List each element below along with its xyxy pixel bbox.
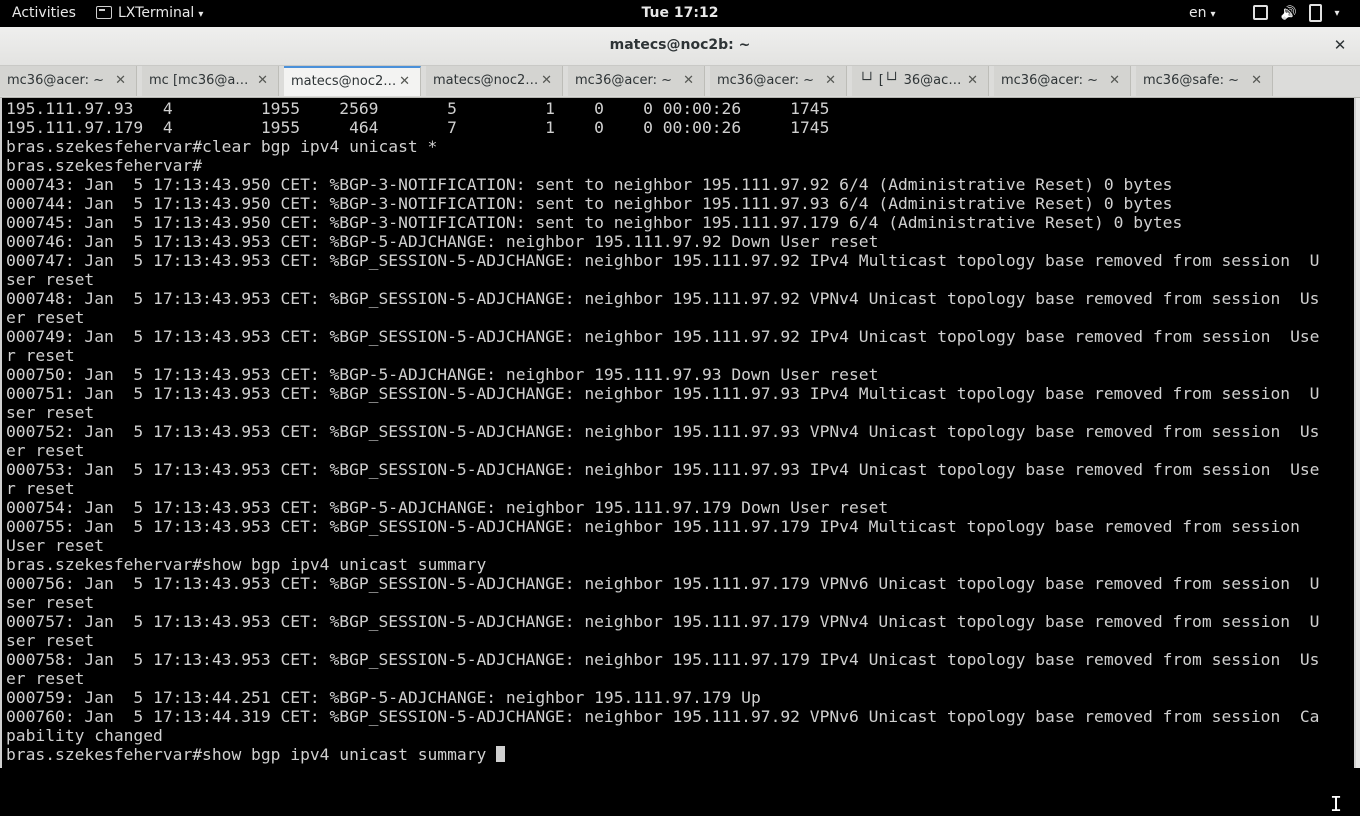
tab-8[interactable]: mc36@acer: ~ ✕ (994, 66, 1131, 96)
tab-4[interactable]: matecs@noc2b: ~✕ (426, 66, 563, 96)
tab-close-icon[interactable]: ✕ (115, 66, 126, 96)
tab-close-icon[interactable]: ✕ (825, 66, 836, 96)
terminal-line: 000758: Jan 5 17:13:43.953 CET: %BGP_SES… (6, 650, 1320, 669)
tab-label: matecs@noc2b: ~ (291, 74, 397, 89)
terminal-line: 000759: Jan 5 17:13:44.251 CET: %BGP-5-A… (6, 688, 761, 707)
terminal-line: er reset (6, 441, 85, 460)
tab-6[interactable]: mc36@acer: ~ ✕ (710, 66, 847, 96)
terminal-prompt-line[interactable]: bras.szekesfehervar#show bgp ipv4 unicas… (6, 745, 1352, 764)
terminal-line: r reset (6, 346, 75, 365)
terminal-line: 000750: Jan 5 17:13:43.953 CET: %BGP-5-A… (6, 365, 879, 384)
ibeam-cursor-icon: I (1330, 792, 1343, 816)
terminal-line: 000745: Jan 5 17:13:43.950 CET: %BGP-3-N… (6, 213, 1183, 232)
window-close-button[interactable]: ✕ (1330, 35, 1350, 55)
tab-7[interactable]: └┘ [└┘ 36@acer] ✕ (852, 66, 989, 96)
battery-icon (1309, 3, 1323, 22)
keyboard-layout-label: en (1189, 5, 1207, 21)
terminal-line: 000753: Jan 5 17:13:43.953 CET: %BGP_SES… (6, 460, 1320, 479)
terminal-line: 000746: Jan 5 17:13:43.953 CET: %BGP-5-A… (6, 232, 879, 251)
tab-label: mc36@safe: ~ (1143, 73, 1240, 88)
tab-label: mc [mc36@acer]:~ (149, 73, 255, 88)
terminal-line: 000748: Jan 5 17:13:43.953 CET: %BGP_SES… (6, 289, 1320, 308)
terminal-line: 000749: Jan 5 17:13:43.953 CET: %BGP_SES… (6, 327, 1320, 346)
tab-label: └┘ [└┘ 36@acer] (859, 73, 965, 88)
tab-label: mc36@acer: ~ (717, 73, 814, 88)
tab-label: matecs@noc2b: ~ (433, 73, 539, 88)
terminal-line: 000754: Jan 5 17:13:43.953 CET: %BGP-5-A… (6, 498, 889, 517)
tab-close-icon[interactable]: ✕ (399, 68, 410, 96)
terminal-line: 000755: Jan 5 17:13:43.953 CET: %BGP_SES… (6, 517, 1300, 536)
terminal-line: 000751: Jan 5 17:13:43.953 CET: %BGP_SES… (6, 384, 1320, 403)
tab-close-icon[interactable]: ✕ (257, 66, 268, 96)
top-panel: Activities LXTerminal ▾ Tue 17:12 en ▾ 🔊 ▾ (0, 0, 1360, 27)
tab-close-icon[interactable]: ✕ (541, 66, 552, 96)
window-icon (1253, 5, 1268, 20)
tab-label: mc36@acer: ~ (575, 73, 672, 88)
tab-close-icon[interactable]: ✕ (1109, 66, 1120, 96)
terminal-line: 195.111.97.179 4 1955 464 7 1 0 0 00:00:… (6, 118, 830, 137)
terminal-line: ser reset (6, 593, 95, 612)
power-menu-caret-icon: ▾ (1334, 8, 1340, 19)
terminal-prompt-text: bras.szekesfehervar#show bgp ipv4 unicas… (6, 745, 487, 764)
terminal-line: er reset (6, 308, 85, 327)
tab-strip: mc36@acer: ~✕mc [mc36@acer]:~✕matecs@noc… (0, 66, 1360, 98)
tab-close-icon[interactable]: ✕ (967, 66, 978, 96)
terminal-line: 000756: Jan 5 17:13:43.953 CET: %BGP_SES… (6, 574, 1320, 593)
terminal-line: 195.111.97.93 4 1955 2569 5 1 0 0 00:00:… (6, 99, 830, 118)
terminal-line: 000747: Jan 5 17:13:43.953 CET: %BGP_SES… (6, 251, 1320, 270)
terminal-line: bras.szekesfehervar#clear bgp ipv4 unica… (6, 137, 438, 156)
tab-label: mc36@acer: ~ (1001, 73, 1098, 88)
tab-3[interactable]: matecs@noc2b: ~✕ (284, 66, 421, 96)
terminal-view[interactable]: 195.111.97.93 4 1955 2569 5 1 0 0 00:00:… (0, 98, 1356, 814)
terminal-line: ser reset (6, 631, 95, 650)
terminal-line: 000757: Jan 5 17:13:43.953 CET: %BGP_SES… (6, 612, 1320, 631)
tab-label: mc36@acer: ~ (7, 73, 104, 88)
terminal-line: 000743: Jan 5 17:13:43.950 CET: %BGP-3-N… (6, 175, 1173, 194)
window-titlebar[interactable]: matecs@noc2b: ~ ✕ (0, 27, 1360, 66)
terminal-line: ser reset (6, 403, 95, 422)
terminal-line: er reset (6, 669, 85, 688)
terminal-line: bras.szekesfehervar#show bgp ipv4 unicas… (6, 555, 487, 574)
terminal-line: 000744: Jan 5 17:13:43.950 CET: %BGP-3-N… (6, 194, 1173, 213)
terminal-line: pability changed (6, 726, 163, 745)
tab-1[interactable]: mc36@acer: ~ ✕ (0, 66, 137, 96)
tab-close-icon[interactable]: ✕ (683, 66, 694, 96)
system-status-area[interactable]: 🔊 ▾ (1253, 0, 1348, 27)
terminal-window: matecs@noc2b: ~ ✕ mc36@acer: ~ ✕ mc [mc36@… (0, 27, 1360, 814)
clock[interactable]: Tue 17:12 (0, 0, 1360, 27)
terminal-line: 000752: Jan 5 17:13:43.953 CET: %BGP_SES… (6, 422, 1320, 441)
keyboard-layout-caret-icon: ▾ (1210, 9, 1216, 20)
tab-close-icon[interactable]: ✕ (1251, 66, 1262, 96)
terminal-line: bras.szekesfehervar# (6, 156, 203, 175)
text-cursor (496, 746, 506, 762)
tab-9[interactable]: mc36@safe: ~ ✕ (1136, 66, 1273, 96)
tab-2[interactable]: mc [mc36@acer]:~✕ (142, 66, 279, 96)
terminal-line: ser reset (6, 270, 95, 289)
terminal-line: r reset (6, 479, 75, 498)
keyboard-layout-indicator[interactable]: en ▾ (1189, 0, 1216, 27)
volume-icon: 🔊 (1280, 6, 1297, 21)
terminal-line: User reset (6, 536, 105, 555)
window-title: matecs@noc2b: ~ (609, 37, 751, 53)
terminal-output: 195.111.97.93 4 1955 2569 5 1 0 0 00:00:… (6, 99, 1352, 764)
tab-5[interactable]: mc36@acer: ~ ✕ (568, 66, 705, 96)
terminal-line: 000760: Jan 5 17:13:44.319 CET: %BGP_SES… (6, 707, 1320, 726)
